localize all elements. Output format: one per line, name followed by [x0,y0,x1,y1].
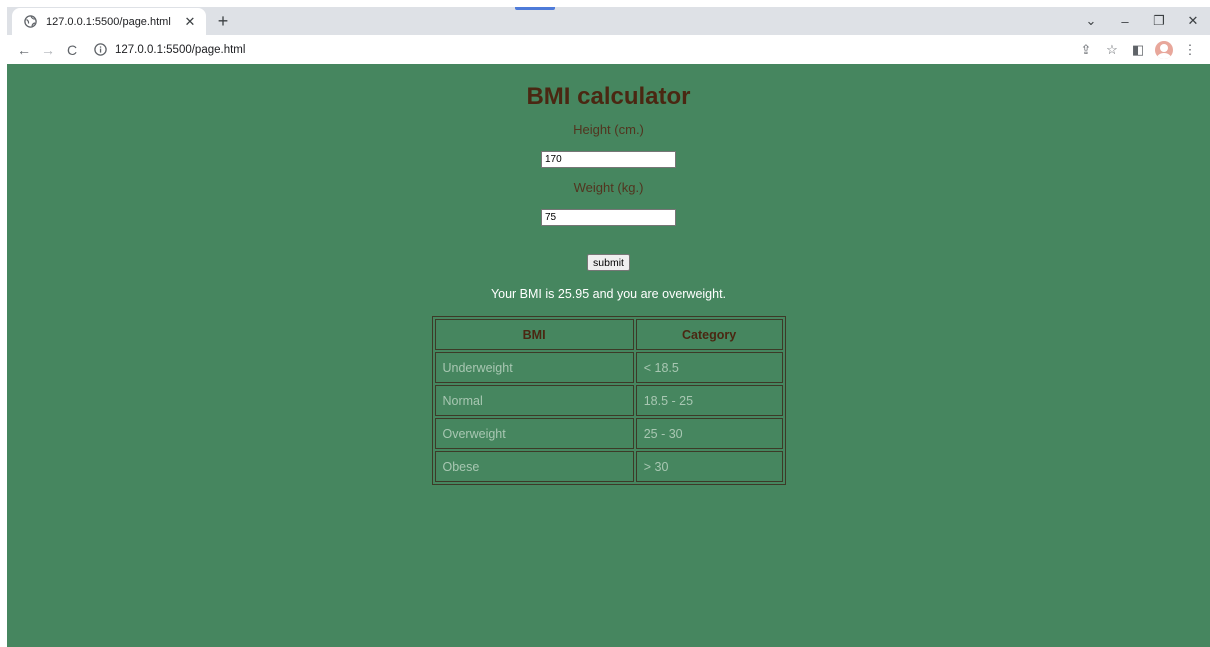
bmi-form: BMI calculator Height (cm.) Weight (kg.)… [7,82,1210,485]
weight-input[interactable] [541,209,676,226]
table-header-row: BMI Category [434,319,783,350]
tab-search-icon[interactable]: ⌄ [1074,13,1108,29]
back-icon[interactable]: ← [13,39,35,61]
new-tab-button[interactable]: + [213,11,233,31]
profile-avatar[interactable] [1152,39,1176,61]
globe-icon [24,15,37,28]
address-bar[interactable]: 127.0.0.1:5500/page.html [93,38,1103,61]
table-row: Underweight < 18.5 [434,352,783,383]
column-header-bmi: BMI [434,319,634,350]
table-cell: Underweight [434,352,634,383]
page-viewport: BMI calculator Height (cm.) Weight (kg.)… [7,64,1210,647]
window-controls: ⌄ – ❐ ✕ [1074,7,1210,35]
table-row: Normal 18.5 - 25 [434,385,783,416]
table-cell: Normal [434,385,634,416]
reload-icon[interactable]: C [61,39,83,61]
bmi-category-table: BMI Category Underweight < 18.5 Normal 1… [431,316,786,485]
toolbar-actions: ⇪ ☆ ◧ ⋮ [1072,38,1202,61]
table-row: Overweight 25 - 30 [434,418,783,449]
browser-window: 127.0.0.1:5500/page.html ✕ + ⌄ – ❐ ✕ ← →… [7,7,1210,647]
browser-tab[interactable]: 127.0.0.1:5500/page.html ✕ [12,8,206,35]
tab-close-icon[interactable]: ✕ [182,14,198,30]
menu-icon[interactable]: ⋮ [1178,39,1202,61]
column-header-category: Category [635,319,783,350]
height-label: Height (cm.) [573,122,644,137]
weight-label: Weight (kg.) [573,180,644,195]
info-icon[interactable] [93,43,107,57]
share-icon[interactable]: ⇪ [1074,39,1098,61]
browser-toolbar: ← → C 127.0.0.1:5500/page.html ⇪ ☆ ◧ ⋮ [7,35,1210,64]
table-cell: 18.5 - 25 [635,385,783,416]
close-window-icon[interactable]: ✕ [1176,13,1210,29]
bookmark-star-icon[interactable]: ☆ [1100,39,1124,61]
table-cell: 25 - 30 [635,418,783,449]
bmi-result: Your BMI is 25.95 and you are overweight… [490,287,727,301]
height-input[interactable] [541,151,676,168]
avatar-icon [1155,40,1173,59]
url-text: 127.0.0.1:5500/page.html [115,43,246,56]
submit-button[interactable]: submit [587,254,630,271]
side-panel-icon[interactable]: ◧ [1126,39,1150,61]
table-cell: Obese [434,451,634,482]
tab-title: 127.0.0.1:5500/page.html [46,15,171,28]
tab-strip-accent [515,7,555,10]
table-cell: Overweight [434,418,634,449]
restore-icon[interactable]: ❐ [1142,13,1176,29]
forward-icon[interactable]: → [37,39,59,61]
table-row: Obese > 30 [434,451,783,482]
page-title: BMI calculator [526,83,691,110]
table-cell: < 18.5 [635,352,783,383]
table-cell: > 30 [635,451,783,482]
tab-strip: 127.0.0.1:5500/page.html ✕ + ⌄ – ❐ ✕ [7,7,1210,35]
minimize-icon[interactable]: – [1108,14,1142,29]
